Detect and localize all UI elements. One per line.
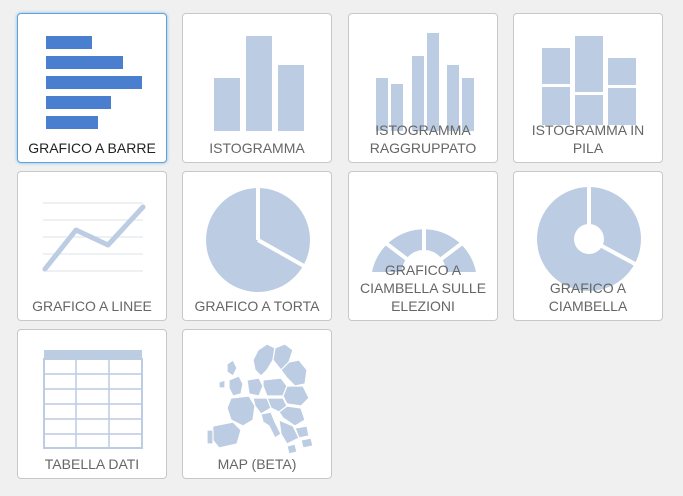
tile-label: TABELLA DATI [44,456,140,472]
tile-label: GRAFICO A LINEE [32,298,152,314]
chart-type-map-tile[interactable]: MAP (BETA) [182,329,332,479]
tile-label: GRAFICO A BARRE [28,140,156,156]
chart-type-bar-tile[interactable]: GRAFICO A BARRE [17,13,167,163]
chart-type-line-tile[interactable]: GRAFICO A LINEE [17,171,167,321]
chart-type-grouped-column-tile[interactable]: ISTOGRAMMA RAGGRUPPATO [348,13,498,163]
tile-label: ISTOGRAMMA IN PILA [531,122,645,156]
chart-type-donut-tile[interactable]: GRAFICO A CIAMBELLA [513,171,663,321]
tile-label: GRAFICO A CIAMBELLA SULLE ELEZIONI [359,262,487,314]
tile-label: GRAFICO A TORTA [194,298,320,314]
chart-type-column-tile[interactable]: ISTOGRAMMA [182,13,332,163]
chart-type-stacked-column-tile[interactable]: ISTOGRAMMA IN PILA [513,13,663,163]
chart-type-pie-tile[interactable]: GRAFICO A TORTA [182,171,332,321]
chart-type-data-table-tile[interactable]: TABELLA DATI [17,329,167,479]
tile-label: ISTOGRAMMA [209,140,305,156]
chart-type-election-donut-tile[interactable]: GRAFICO A CIAMBELLA SULLE ELEZIONI [348,171,498,321]
tile-label: MAP (BETA) [217,456,297,472]
tile-label: GRAFICO A CIAMBELLA [548,280,628,314]
tile-label: ISTOGRAMMA RAGGRUPPATO [369,122,477,156]
